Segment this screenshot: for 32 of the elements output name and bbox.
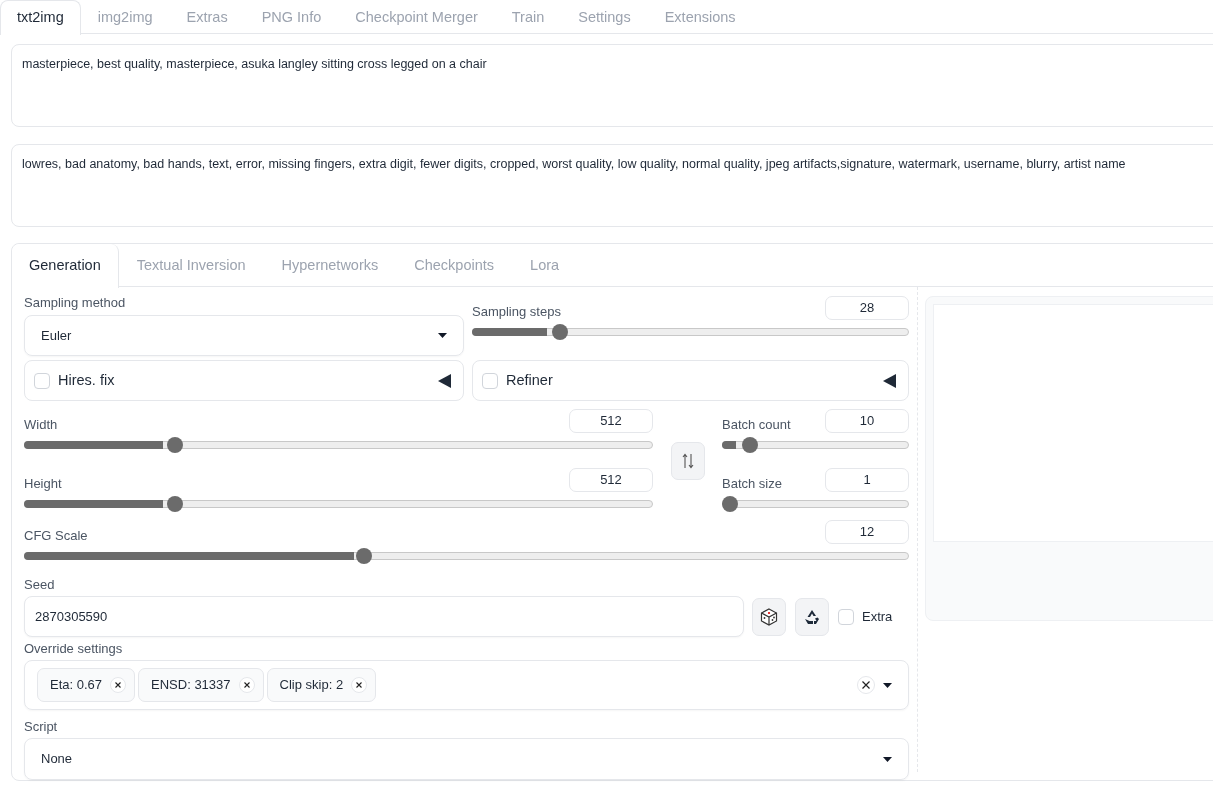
- tab[interactable]: Generation: [12, 244, 119, 288]
- accordion-label: Hires. fix: [58, 370, 115, 390]
- sampling-method-dropdown[interactable]: Euler: [24, 315, 464, 356]
- number-field[interactable]: 1: [825, 468, 909, 492]
- tab[interactable]: txt2img: [0, 0, 81, 35]
- slider-label: CFG Scale: [24, 527, 88, 544]
- number-field[interactable]: 512: [569, 409, 653, 433]
- accordion-label: Refiner: [506, 370, 553, 390]
- slider-label: Width: [24, 416, 58, 433]
- field-label: Sampling method: [24, 294, 127, 311]
- override-settings-multiselect[interactable]: Eta: 0.67 ENSD: 31337 Clip skip: 2: [24, 660, 909, 710]
- slider-label: Height: [24, 475, 62, 492]
- field-label: Override settings: [24, 640, 124, 657]
- slider-label: Batch size: [722, 475, 782, 492]
- prompt-field[interactable]: masterpiece, best quality, masterpiece, asuka langley sitting cross legged on a chair: [11, 44, 1213, 127]
- checkbox-label: Extra: [862, 607, 893, 626]
- setting-chip[interactable]: Eta: 0.67: [37, 668, 136, 702]
- number-field[interactable]: 12: [825, 520, 909, 544]
- script-dropdown[interactable]: None: [24, 738, 909, 780]
- accordion-header[interactable]: Hires. fix: [24, 360, 464, 401]
- slider-label: Sampling steps: [472, 303, 561, 320]
- number-field[interactable]: 10: [825, 409, 909, 433]
- number-field[interactable]: 512: [569, 468, 653, 492]
- accordion-header[interactable]: Refiner: [472, 360, 909, 401]
- field-label: Seed: [24, 576, 56, 593]
- number-field[interactable]: 28: [825, 296, 909, 320]
- seed-field[interactable]: 2870305590: [24, 596, 744, 637]
- slider-label: Batch count: [722, 416, 791, 433]
- setting-chip[interactable]: Clip skip: 2: [266, 668, 377, 702]
- field-label: Script: [24, 718, 59, 735]
- setting-chip[interactable]: ENSD: 31337: [138, 668, 264, 702]
- negative-prompt-field[interactable]: lowres, bad anatomy, bad hands, text, error, missing fingers, extra digit, fewer digits, cropped, worst quality, low quality, normal quality, jpeg artifacts,signature, watermark, username, blurry, artist name: [11, 144, 1213, 227]
